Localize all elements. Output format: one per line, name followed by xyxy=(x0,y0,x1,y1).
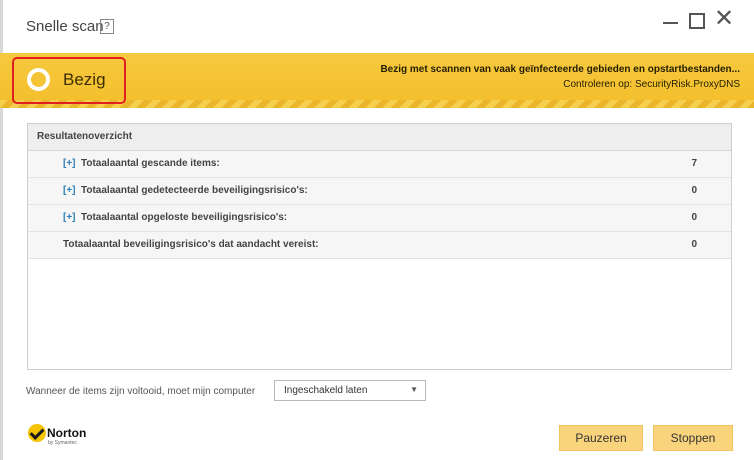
result-value: 0 xyxy=(691,185,697,196)
expand-toggle[interactable]: [+] xyxy=(63,151,76,177)
expand-toggle[interactable]: [+] xyxy=(63,205,76,231)
checkmark-icon xyxy=(28,424,46,442)
pause-button[interactable]: Pauzeren xyxy=(559,425,643,451)
status-label: Bezig xyxy=(63,70,106,89)
result-row: [+] Totaalaantal opgeloste beveiligingsr… xyxy=(28,205,731,232)
chevron-down-icon: ▼ xyxy=(410,385,418,394)
scan-message: Bezig met scannen van vaak geïnfecteerde… xyxy=(380,64,740,75)
results-panel: Resultatenoverzicht [+] Totaalaantal ges… xyxy=(27,123,732,370)
result-label: Totaalaantal gedetecteerde beveiligingsr… xyxy=(81,185,308,196)
result-label: Totaalaantal beveiligingsrisico's dat aa… xyxy=(63,239,319,250)
minimize-icon[interactable] xyxy=(660,12,682,34)
result-value: 0 xyxy=(691,212,697,223)
logo-subtitle: by Symantec xyxy=(48,440,77,446)
result-row: [+] Totaalaantal gescande items: 7 xyxy=(28,151,731,178)
expand-toggle[interactable]: [+] xyxy=(63,178,76,204)
completion-question: Wanneer de items zijn voltooid, moet mij… xyxy=(26,386,256,397)
result-label: Totaalaantal opgeloste beveiligingsrisic… xyxy=(81,212,288,223)
window-title: Snelle scan xyxy=(26,18,104,35)
results-header: Resultatenoverzicht xyxy=(28,124,731,151)
result-value: 0 xyxy=(691,239,697,250)
progress-ring-icon xyxy=(27,68,50,91)
result-row: Totaalaantal beveiligingsrisico's dat aa… xyxy=(28,232,731,259)
help-icon[interactable]: ? xyxy=(100,19,114,34)
stop-button[interactable]: Stoppen xyxy=(653,425,733,451)
result-value: 7 xyxy=(691,158,697,169)
close-icon[interactable]: ✕ xyxy=(713,7,735,31)
scan-target: Controleren op: SecurityRisk.ProxyDNS xyxy=(563,79,740,90)
result-label: Totaalaantal gescande items: xyxy=(81,158,220,169)
completion-action-select[interactable]: Ingeschakeld laten ▼ xyxy=(274,380,426,401)
logo-name: Norton xyxy=(47,426,87,440)
maximize-icon[interactable] xyxy=(687,12,707,34)
select-value: Ingeschakeld laten xyxy=(284,385,368,396)
result-row: [+] Totaalaantal gedetecteerde beveiligi… xyxy=(28,178,731,205)
